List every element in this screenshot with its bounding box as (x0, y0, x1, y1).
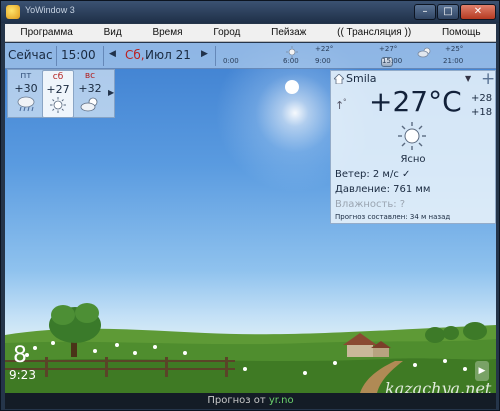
wind-row: Ветер: 2 м/с ✓ (335, 169, 410, 180)
wind-direction-icon: ✓ (402, 169, 411, 180)
forecast-next-arrow-icon[interactable]: ▶ (108, 88, 114, 97)
timeline-time: 15:00 (382, 57, 403, 65)
low-temperature: +18 (471, 107, 493, 118)
forecast-day-temp: +30 (14, 82, 38, 95)
title-bar[interactable]: YoWindow 3 – □ ✕ (1, 1, 499, 23)
forecast-day[interactable]: пт +30 (10, 70, 42, 118)
wind-value: Ветер: 2 м/с (335, 169, 399, 180)
window-title: YoWindow 3 (25, 5, 75, 15)
menu-view[interactable]: Вид (100, 27, 126, 38)
maximize-button[interactable]: □ (437, 4, 459, 20)
yrno-link[interactable]: yr.no (269, 395, 294, 406)
menu-bar: Программа Вид Время Город Пейзаж (( Тран… (5, 24, 496, 42)
clock-display: 15:00 (61, 48, 96, 62)
timeline-temp: +27° (379, 45, 398, 53)
status-prefix: Прогноз от (207, 395, 269, 406)
weather-scene[interactable]: Сейчас 15:00 ◀ Сб, Июл 21 ▶ +22° +27° +2… (5, 43, 496, 393)
forecast-day[interactable]: вс +32 (74, 70, 106, 118)
sun-icon (50, 97, 66, 113)
home-icon[interactable] (334, 74, 344, 84)
menu-program[interactable]: Программа (16, 27, 76, 38)
close-button[interactable]: ✕ (460, 4, 496, 20)
timeline-time: 21:00 (443, 57, 464, 65)
minimize-button[interactable]: – (414, 4, 436, 20)
forecast-age: Прогноз составлен: 34 м назад (335, 213, 451, 221)
humidity-value: Влажность: ? (335, 199, 406, 210)
forecast-day-name: пт (20, 71, 32, 81)
app-logo-icon (6, 5, 20, 19)
date-label: Июл 21 (145, 48, 191, 62)
scene-side-arrow-icon[interactable]: ▶ (475, 361, 489, 381)
divider (56, 46, 57, 66)
timeline-temp: +25° (445, 45, 464, 53)
forecast-day-selected[interactable]: сб +27 (42, 70, 74, 118)
clear-sky-icon (398, 122, 426, 150)
menu-city[interactable]: Город (209, 27, 244, 38)
menu-landscape[interactable]: Пейзаж (267, 27, 310, 38)
watermark-text: kazachya.net (385, 379, 492, 393)
city-dropdown-icon[interactable]: ▼ (465, 74, 471, 83)
menu-time[interactable]: Время (148, 27, 186, 38)
timeline-bar[interactable]: Сейчас 15:00 ◀ Сб, Июл 21 ▶ +22° +27° +2… (5, 43, 496, 69)
current-temperature: +27°C (369, 85, 462, 118)
menu-broadcast[interactable]: (( Трансляция )) (333, 27, 415, 38)
forecast-day-temp: +32 (78, 82, 102, 95)
condition-label: Ясно (400, 154, 426, 165)
timeline-temp: +22° (315, 45, 334, 53)
pressure-value: Давление: 761 мм (335, 184, 431, 195)
date-day-label: Сб, (125, 48, 145, 62)
partly-cloudy-icon (80, 97, 98, 112)
next-day-arrow-icon[interactable]: ▶ (201, 49, 208, 59)
add-city-button[interactable]: + (481, 69, 495, 89)
divider (103, 46, 104, 66)
app-window: YoWindow 3 – □ ✕ Программа Вид Время Гор… (0, 0, 500, 411)
timeline-time: 9:00 (315, 57, 331, 65)
timeline-time: 6:00 (283, 57, 299, 65)
current-weather-panel: Smila ▼ + ↑ ° +27°C +28 +18 Ясно Ветер: … (330, 69, 496, 224)
forecast-day-name: вс (84, 71, 96, 81)
timeline-time: 0:00 (223, 57, 239, 65)
high-temperature: +28 (471, 93, 493, 104)
forecast-day-name: сб (52, 72, 64, 82)
prev-day-arrow-icon[interactable]: ◀ (109, 49, 116, 59)
timeline-partly-cloudy-icon (417, 47, 431, 58)
now-button[interactable]: Сейчас (8, 48, 53, 62)
status-bar: Прогноз от yr.no (5, 393, 496, 409)
scene-digit: 8 (13, 343, 27, 368)
forecast-strip: пт +30 сб +27 вс +32 ▶ (7, 69, 115, 118)
temp-marker: ° (343, 98, 347, 106)
city-name[interactable]: Smila (346, 72, 377, 85)
scene-corner-text: 9:23 (9, 368, 36, 382)
forecast-day-temp: +27 (46, 83, 70, 96)
menu-help[interactable]: Помощь (438, 27, 485, 38)
divider (215, 46, 216, 66)
rain-cloud-icon (17, 96, 35, 112)
